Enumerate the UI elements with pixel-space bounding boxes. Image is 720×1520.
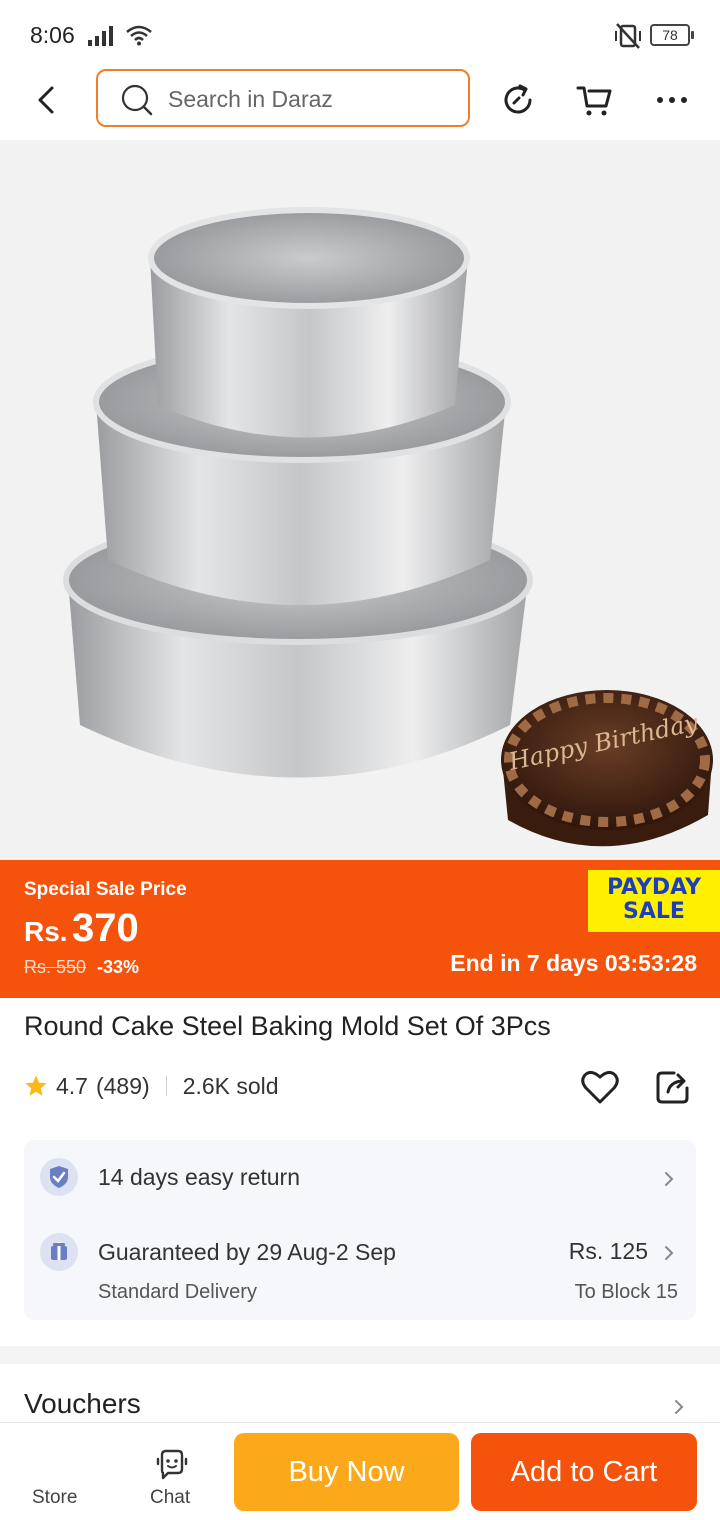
status-time: 8:06 bbox=[30, 22, 75, 48]
delivery-type: Standard Delivery bbox=[98, 1281, 257, 1303]
share-icon[interactable] bbox=[654, 1068, 692, 1106]
sale-label: Special Sale Price bbox=[24, 879, 187, 900]
sale-price: Rs. 370 bbox=[24, 906, 139, 951]
bottom-action-bar: Store Chat Buy Now Add to Cart bbox=[0, 1422, 720, 1520]
sold-count: 2.6K sold bbox=[182, 1072, 279, 1099]
search-bar[interactable]: Search in Daraz bbox=[96, 69, 470, 127]
signal-icon bbox=[88, 26, 113, 46]
sale-banner: Special Sale Price Rs. 370 Rs. 550 -33% … bbox=[0, 860, 720, 998]
delivery-box-icon bbox=[40, 1233, 78, 1271]
store-button[interactable]: Store bbox=[32, 1487, 77, 1509]
back-arrow-icon[interactable] bbox=[30, 82, 66, 118]
price-currency: Rs. bbox=[24, 916, 68, 947]
star-icon bbox=[25, 1075, 47, 1096]
payday-badge-line1: PAYDAY bbox=[606, 875, 702, 900]
delivery-guarantee-text: Guaranteed by 29 Aug-2 Sep bbox=[98, 1239, 396, 1265]
vouchers-title[interactable]: Vouchers bbox=[24, 1388, 141, 1420]
original-price: Rs. 550 bbox=[24, 957, 87, 977]
delivery-price: Rs. 125 bbox=[568, 1238, 648, 1264]
product-title: Round Cake Steel Baking Mold Set Of 3Pcs bbox=[24, 1011, 551, 1041]
chevron-right-icon bbox=[665, 1172, 674, 1186]
payday-sale-badge: PAYDAY SALE bbox=[588, 870, 720, 932]
return-policy-text: 14 days easy return bbox=[98, 1164, 301, 1190]
cart-icon[interactable] bbox=[575, 80, 615, 120]
payday-badge-line2: SALE bbox=[623, 899, 685, 924]
discount-percent: -33% bbox=[97, 957, 140, 977]
chat-button[interactable]: Chat bbox=[150, 1487, 190, 1509]
status-bar: 8:06 78 bbox=[0, 0, 720, 68]
chat-icon[interactable] bbox=[154, 1449, 190, 1483]
chevron-right-icon[interactable] bbox=[672, 1398, 686, 1416]
section-divider bbox=[0, 1346, 720, 1364]
rating-value: 4.7 bbox=[56, 1072, 88, 1099]
review-count: (489) bbox=[95, 1072, 150, 1099]
product-image[interactable]: Happy Birthday bbox=[0, 140, 720, 860]
more-options-icon[interactable] bbox=[652, 80, 692, 120]
baking-molds-illustration: Happy Birthday bbox=[63, 207, 713, 847]
top-navigation: Search in Daraz bbox=[0, 68, 720, 140]
search-placeholder: Search in Daraz bbox=[168, 86, 333, 112]
vibrate-mute-icon bbox=[615, 23, 641, 49]
buy-now-button[interactable]: Buy Now bbox=[234, 1433, 459, 1511]
search-icon bbox=[121, 84, 153, 116]
chevron-right-icon bbox=[665, 1246, 674, 1260]
battery-indicator: 78 bbox=[650, 24, 694, 46]
delivery-destination: To Block 15 bbox=[574, 1281, 678, 1303]
rating-row[interactable]: 4.7 (489) 2.6K sold bbox=[24, 1070, 279, 1102]
sale-countdown: End in 7 days 03:53:28 bbox=[450, 950, 697, 976]
service-info-card: 14 days easy return Guaranteed by 29 Aug… bbox=[24, 1140, 696, 1320]
add-to-cart-button[interactable]: Add to Cart bbox=[471, 1433, 697, 1511]
shield-check-icon bbox=[40, 1158, 78, 1196]
divider bbox=[165, 1076, 167, 1096]
wishlist-heart-icon[interactable] bbox=[580, 1068, 620, 1106]
price-amount: 370 bbox=[72, 906, 139, 950]
refresh-icon[interactable] bbox=[498, 80, 538, 120]
wifi-icon bbox=[126, 25, 152, 46]
